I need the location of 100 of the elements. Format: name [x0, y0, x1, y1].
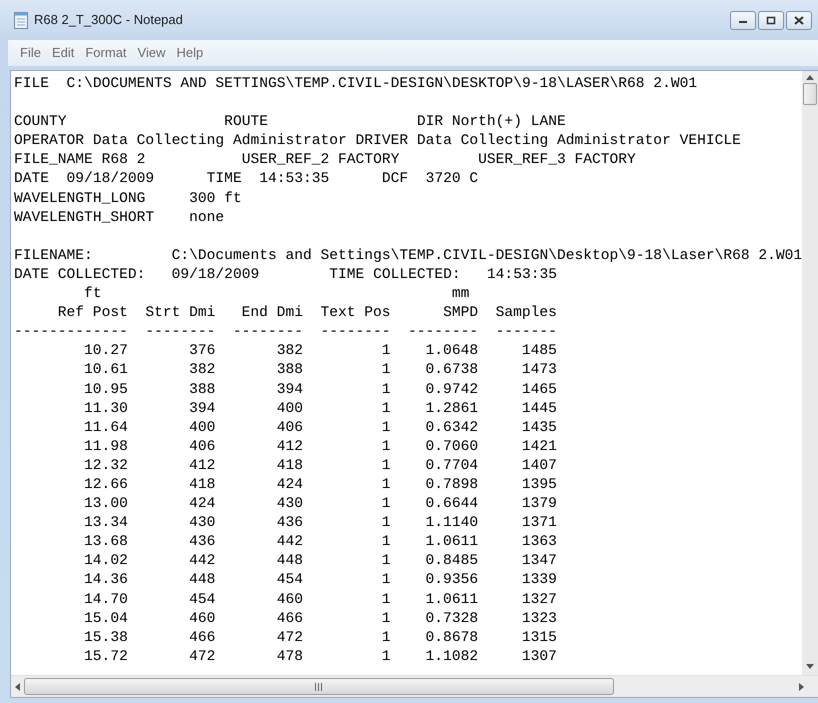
table-cell-text: 10.27: [83, 342, 128, 362]
table-cell-text: 1435: [520, 418, 557, 438]
table-cell-text: 11.64: [83, 418, 128, 438]
text-line: ft mm: [83, 285, 470, 304]
column-header: End Dmi: [240, 304, 303, 324]
table-cell-text: 1465: [520, 380, 557, 400]
text-line: FILE C:\DOCUMENTS AND SETTINGS\TEMP.CIVIL-DESIGN\DESKTOP\9-18\LASER\R68 2.W01: [14, 75, 698, 94]
menu-item[interactable]: File: [20, 43, 41, 63]
table-cell-text: 448: [188, 571, 216, 590]
table-cell-text: 1: [380, 648, 391, 667]
table-cell-text: 430: [188, 514, 216, 534]
table-cell-text: 0.7328: [424, 610, 478, 629]
scroll-down-icon[interactable]: [806, 664, 814, 669]
table-cell-text: 1473: [520, 361, 557, 380]
table-cell-text: 400: [188, 418, 216, 438]
table-cell-text: 448: [276, 552, 303, 572]
table-cell-text: 1379: [520, 495, 557, 514]
scrollbar-thumb[interactable]: [803, 83, 817, 105]
table-cell-text: 436: [188, 533, 216, 552]
table-cell-text: 14.02: [83, 552, 128, 572]
table-cell-text: 11.98: [83, 438, 128, 457]
table-cell-text: 1347: [520, 552, 557, 572]
text-line: DATE 09/18/2009 TIME 14:53:35 DCF 3720 C: [14, 170, 480, 190]
table-cell-text: 1327: [520, 590, 557, 610]
close-button[interactable]: [786, 10, 812, 30]
table-cell-text: 15.72: [83, 648, 128, 667]
table-cell-text: 13.34: [83, 514, 128, 534]
table-cell-text: 418: [188, 476, 216, 495]
maximize-button[interactable]: [758, 10, 784, 30]
horizontal-scrollbar[interactable]: [11, 675, 818, 697]
table-cell-text: 0.6738: [424, 361, 478, 380]
table-cell-text: 1363: [520, 533, 557, 552]
table-cell-text: 406: [276, 418, 303, 438]
table-cell-text: 1339: [520, 571, 557, 590]
table-cell-text: 0.6342: [424, 418, 478, 438]
column-header: Samples: [494, 304, 557, 324]
table-cell-text: 430: [276, 495, 303, 514]
maximize-icon: [766, 16, 776, 24]
text-line: WAVELENGTH_SHORT none: [14, 208, 226, 228]
table-cell-text: 0.6644: [424, 495, 478, 514]
table-cell-text: 442: [276, 533, 303, 552]
column-header: Ref Post: [56, 304, 128, 324]
table-cell-text: 394: [276, 380, 303, 400]
table-cell-text: 1.0611: [424, 533, 478, 552]
table-cell-text: 466: [188, 628, 216, 648]
table-cell-text: 14.36: [83, 571, 128, 590]
column-header: Strt Dmi: [144, 304, 216, 324]
scroll-left-icon[interactable]: [15, 682, 20, 690]
table-cell-text: 1: [380, 552, 391, 572]
table-cell-text: 466: [276, 610, 303, 629]
table-cell-text: 400: [276, 400, 303, 419]
table-cell-text: 472: [276, 628, 303, 648]
table-cell-text: 460: [276, 590, 303, 610]
table-cell-text: 472: [188, 648, 216, 667]
table-cell-text: 382: [188, 361, 216, 380]
table-cell-text: 1: [380, 438, 391, 457]
table-cell-text: 382: [276, 342, 303, 362]
table-cell-text: 1.1082: [424, 648, 478, 667]
table-cell-text: 1: [380, 571, 391, 590]
text-line: FILENAME: C:\Documents and Settings\TEMP.CIVIL-DESIGN\Desktop\9-18\Laser\R68 2.W01: [14, 246, 802, 266]
table-cell-text: 14.70: [83, 590, 128, 610]
column-header: Text Pos: [319, 304, 391, 324]
menu-item[interactable]: Help: [176, 43, 204, 63]
table-cell-text: 0.7060: [424, 438, 478, 457]
menu-item[interactable]: Edit: [52, 43, 74, 63]
table-cell-text: 1: [380, 590, 391, 610]
table-cell-text: 0.8485: [424, 552, 478, 572]
dashed-rule: --------: [144, 323, 216, 342]
scroll-up-icon[interactable]: [806, 75, 814, 80]
table-cell-text: 1.1140: [424, 514, 478, 534]
minimize-button[interactable]: [730, 10, 756, 30]
table-cell-text: 1: [380, 533, 391, 552]
dashed-rule: --------: [232, 323, 303, 342]
scroll-right-icon[interactable]: [799, 682, 804, 690]
scrollbar-thumb[interactable]: [24, 678, 614, 695]
table-cell-text: 1.0648: [424, 342, 478, 362]
table-cell-text: 436: [276, 514, 303, 534]
table-cell-text: 11.30: [83, 400, 128, 419]
table-cell-text: 0.9742: [424, 380, 478, 400]
table-cell-text: 1.2861: [424, 400, 478, 419]
table-cell-text: 412: [276, 438, 303, 457]
table-cell-text: 10.95: [83, 380, 128, 400]
table-cell-text: 424: [188, 495, 216, 514]
vertical-scrollbar[interactable]: [802, 71, 818, 675]
table-cell-text: 376: [188, 342, 216, 362]
notepad-icon: [14, 12, 28, 28]
table-cell-text: 394: [188, 400, 216, 419]
table-cell-text: 1: [380, 495, 391, 514]
table-cell-text: 1: [380, 418, 391, 438]
table-cell-text: 412: [188, 456, 216, 476]
table-cell-text: 478: [276, 648, 303, 667]
table-cell-text: 406: [188, 438, 216, 457]
table-cell-text: 1.0611: [424, 590, 478, 610]
table-cell-text: 1: [380, 380, 391, 400]
table-cell-text: 1445: [520, 400, 557, 419]
table-cell-text: 1: [380, 456, 391, 476]
menu-item[interactable]: Format: [85, 43, 127, 63]
table-cell-text: 1371: [520, 514, 557, 534]
table-cell-text: 12.32: [83, 456, 128, 476]
menu-item[interactable]: View: [138, 43, 166, 63]
